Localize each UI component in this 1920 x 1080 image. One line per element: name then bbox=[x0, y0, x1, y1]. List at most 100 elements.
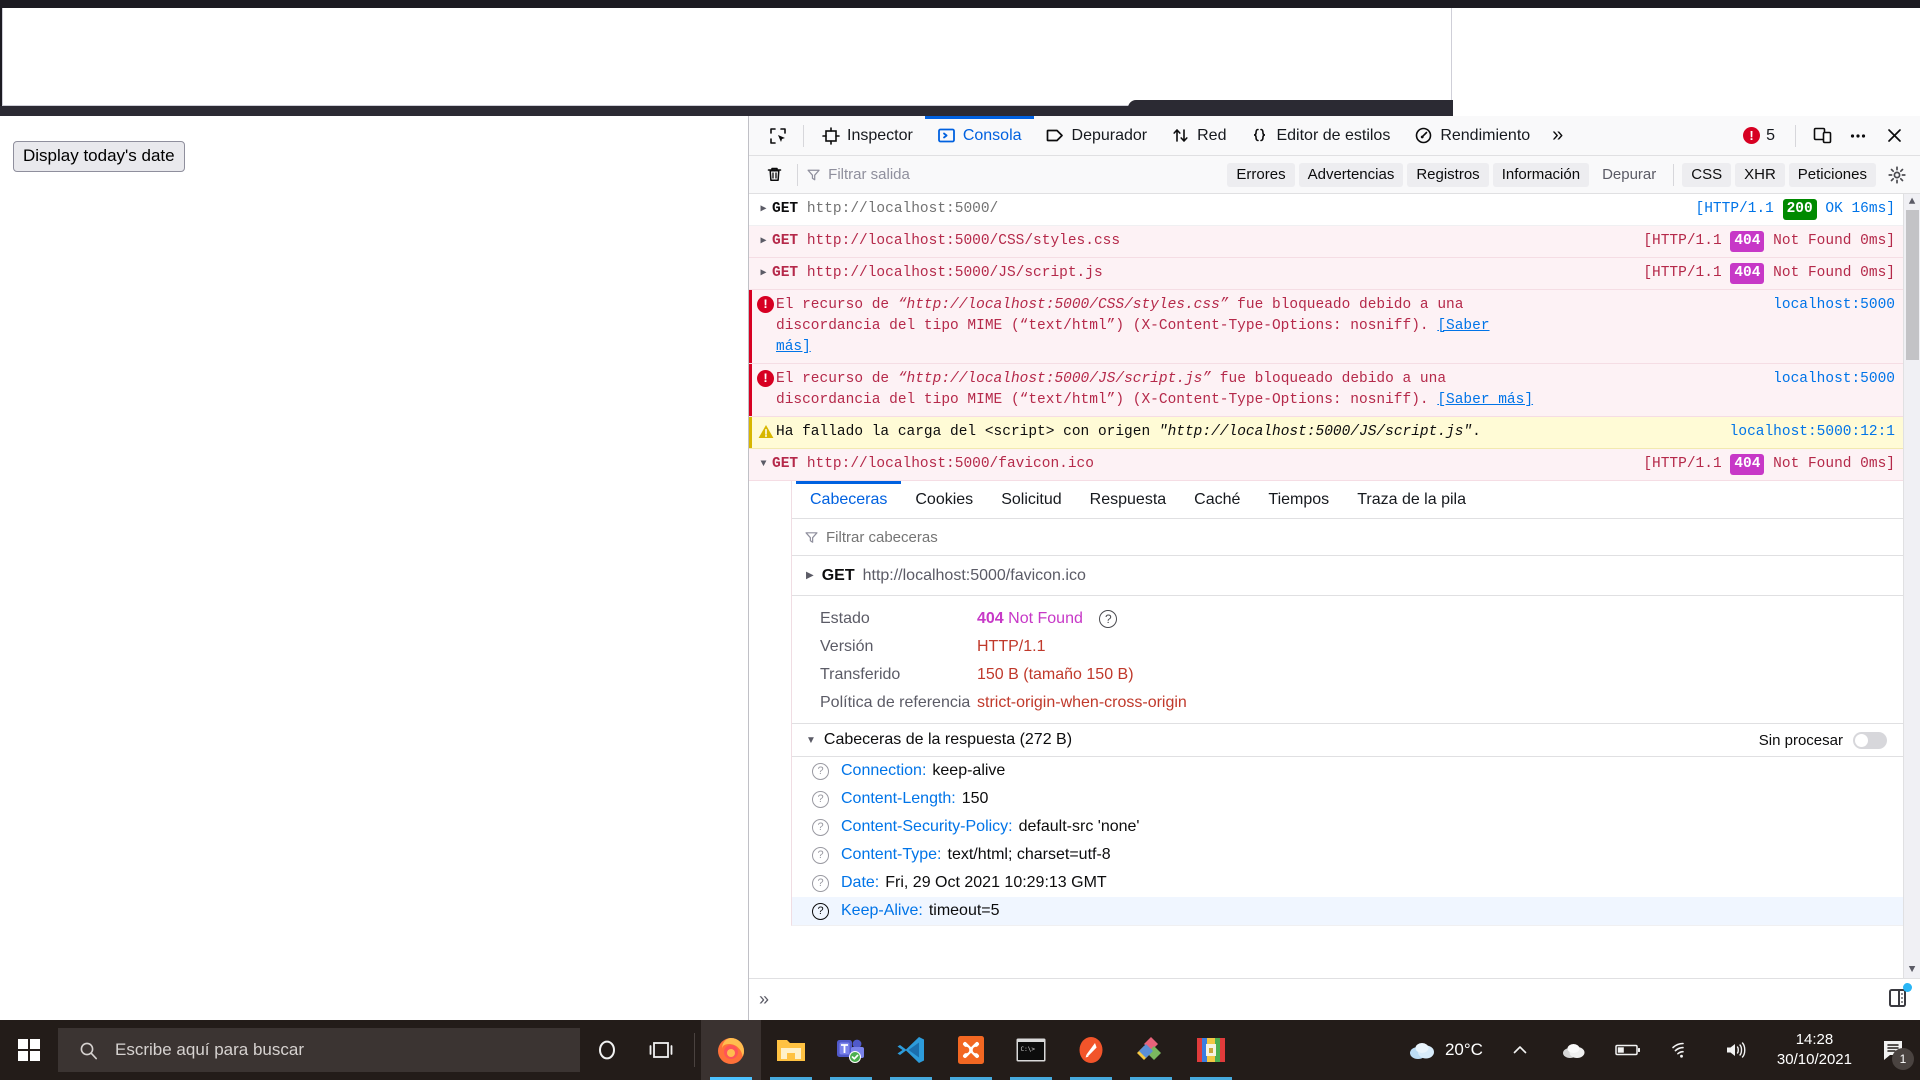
tab-performance[interactable]: Rendimiento bbox=[1402, 116, 1542, 155]
header-row[interactable]: ? Content-Type: text/html; charset=utf-8 bbox=[792, 841, 1903, 869]
help-icon[interactable]: ? bbox=[1099, 610, 1118, 629]
taskbar-app-postman[interactable] bbox=[1061, 1020, 1121, 1080]
console-message-error[interactable]: ! El recurso de “http://localhost:5000/C… bbox=[749, 290, 1903, 365]
message-source-link[interactable]: localhost:5000:12:1 bbox=[1720, 422, 1895, 443]
filter-pill-debug[interactable]: Depurar bbox=[1593, 163, 1665, 187]
help-icon[interactable]: ? bbox=[812, 846, 829, 864]
help-icon[interactable]: ? bbox=[812, 874, 829, 892]
taskbar-app-winrar[interactable] bbox=[1181, 1020, 1241, 1080]
filter-pill-xhr[interactable]: XHR bbox=[1735, 162, 1785, 187]
taskbar-app-vs-code[interactable] bbox=[881, 1020, 941, 1080]
taskbar-app-xampp[interactable] bbox=[941, 1020, 1001, 1080]
taskbar-app-command-prompt[interactable]: C:\> bbox=[1001, 1020, 1061, 1080]
responsive-design-mode-button[interactable] bbox=[1806, 120, 1838, 152]
taskbar-app-microsoft-teams[interactable] bbox=[821, 1020, 881, 1080]
header-row[interactable]: ? Content-Security-Policy: default-src '… bbox=[792, 813, 1903, 841]
scroll-down-arrow[interactable]: ▼ bbox=[1909, 962, 1916, 978]
network-request-row[interactable]: ▶ GET http://localhost:5000/favicon.ico bbox=[792, 556, 1903, 597]
np-tab-cookies[interactable]: Cookies bbox=[901, 481, 987, 518]
console-message-network-expanded[interactable]: ▼ GET http://localhost:5000/favicon.ico … bbox=[749, 449, 1903, 482]
taskbar-app-firefox[interactable] bbox=[701, 1020, 761, 1080]
status-prefix: [HTTP/1.1 bbox=[1643, 233, 1722, 250]
filter-pill-warnings[interactable]: Advertencias bbox=[1298, 162, 1404, 187]
np-tab-headers[interactable]: Cabeceras bbox=[796, 481, 902, 518]
console-input-bar[interactable]: » bbox=[749, 978, 1920, 1020]
console-scrollbar[interactable]: ▲ ▼ bbox=[1903, 194, 1920, 978]
error-count-badge[interactable]: ! 5 bbox=[1733, 127, 1785, 145]
taskbar-search-box[interactable]: Escribe aquí para buscar bbox=[58, 1028, 580, 1072]
message-source-link[interactable]: localhost:5000 bbox=[1763, 369, 1895, 390]
np-tab-request[interactable]: Solicitud bbox=[987, 481, 1075, 518]
raw-toggle-group[interactable]: Sin procesar bbox=[1759, 731, 1903, 749]
filter-pill-css[interactable]: CSS bbox=[1682, 162, 1732, 187]
console-filter-field[interactable] bbox=[806, 166, 1228, 183]
console-message-error[interactable]: ! El recurso de “http://localhost:5000/J… bbox=[749, 364, 1903, 418]
element-picker-button[interactable] bbox=[759, 116, 797, 155]
collapse-twisty[interactable]: ▼ bbox=[806, 735, 816, 746]
devtools-menu-button[interactable] bbox=[1842, 120, 1874, 152]
start-button[interactable] bbox=[0, 1020, 58, 1080]
request-method: GET bbox=[772, 201, 799, 217]
tab-console[interactable]: Consola bbox=[924, 116, 1034, 155]
file-explorer-icon bbox=[777, 1040, 805, 1061]
taskbar-app-figma[interactable] bbox=[1121, 1020, 1181, 1080]
expand-twisty[interactable]: ▶ bbox=[755, 199, 772, 218]
filter-pill-info[interactable]: Información bbox=[1492, 162, 1590, 187]
clear-console-button[interactable] bbox=[759, 160, 789, 190]
weather-widget[interactable]: 20°C bbox=[1397, 1020, 1493, 1080]
tab-network[interactable]: Red bbox=[1159, 116, 1238, 155]
console-settings-button[interactable] bbox=[1882, 160, 1912, 190]
help-icon[interactable]: ? bbox=[812, 902, 829, 920]
request-url: http://localhost:5000/favicon.ico bbox=[806, 456, 1094, 473]
console-message-network[interactable]: ▶ GET http://localhost:5000/ [HTTP/1.1 2… bbox=[749, 194, 1903, 227]
taskbar-app-file-explorer[interactable] bbox=[761, 1020, 821, 1080]
response-headers-section-header[interactable]: ▼ Cabeceras de la respuesta (272 B) Sin … bbox=[792, 723, 1903, 758]
np-tab-stack-trace[interactable]: Traza de la pila bbox=[1343, 481, 1480, 518]
scrollbar-thumb[interactable] bbox=[1906, 210, 1919, 360]
tab-debugger[interactable]: Depurador bbox=[1034, 116, 1160, 155]
scroll-up-arrow[interactable]: ▲ bbox=[1909, 194, 1916, 210]
filter-pill-errors[interactable]: Errores bbox=[1227, 162, 1295, 187]
filter-pill-logs[interactable]: Registros bbox=[1407, 162, 1489, 187]
cortana-button[interactable] bbox=[580, 1020, 634, 1080]
console-message-network[interactable]: ▶ GET http://localhost:5000/JS/script.js… bbox=[749, 258, 1903, 291]
expand-twisty[interactable]: ▶ bbox=[755, 263, 772, 282]
help-icon[interactable]: ? bbox=[812, 762, 829, 780]
taskbar-clock[interactable]: 14:28 30/10/2021 bbox=[1763, 1030, 1866, 1071]
show-hidden-icons-button[interactable] bbox=[1493, 1020, 1547, 1080]
np-tab-response[interactable]: Respuesta bbox=[1076, 481, 1181, 518]
help-icon[interactable]: ? bbox=[812, 818, 829, 836]
expand-twisty[interactable]: ▶ bbox=[755, 231, 772, 250]
volume-button[interactable] bbox=[1709, 1020, 1763, 1080]
action-center-button[interactable]: 1 bbox=[1866, 1020, 1920, 1080]
header-row[interactable]: ? Connection: keep-alive bbox=[792, 757, 1903, 785]
onedrive-button[interactable] bbox=[1547, 1020, 1601, 1080]
header-row[interactable]: ? Date: Fri, 29 Oct 2021 10:29:13 GMT bbox=[792, 869, 1903, 897]
learn-more-link[interactable]: [Saber más] bbox=[1437, 392, 1533, 408]
collapse-twisty[interactable]: ▼ bbox=[755, 454, 772, 473]
header-value: keep-alive bbox=[932, 762, 1006, 780]
display-today-date-button[interactable]: Display today's date bbox=[13, 141, 185, 172]
toolbar-overflow-button[interactable]: » bbox=[1542, 124, 1573, 147]
header-row[interactable]: ? Content-Length: 150 bbox=[792, 785, 1903, 813]
task-view-button[interactable] bbox=[634, 1020, 688, 1080]
np-tab-cache[interactable]: Caché bbox=[1180, 481, 1254, 518]
header-row[interactable]: ? Keep-Alive: timeout=5 bbox=[792, 897, 1903, 926]
headers-filter-field[interactable] bbox=[792, 519, 1903, 557]
headers-filter-input[interactable] bbox=[826, 528, 1126, 546]
console-filter-input[interactable] bbox=[828, 166, 1228, 183]
np-tab-timings[interactable]: Tiempos bbox=[1254, 481, 1343, 518]
close-devtools-button[interactable] bbox=[1878, 120, 1910, 152]
help-icon[interactable]: ? bbox=[812, 790, 829, 808]
tab-style-editor[interactable]: Editor de estilos bbox=[1238, 116, 1402, 155]
filter-pill-requests[interactable]: Peticiones bbox=[1788, 162, 1876, 187]
tab-inspector[interactable]: Inspector bbox=[810, 116, 925, 155]
message-source-link[interactable]: localhost:5000 bbox=[1763, 295, 1895, 316]
split-console-button[interactable] bbox=[1886, 983, 1912, 1013]
battery-button[interactable] bbox=[1601, 1020, 1655, 1080]
console-message-network[interactable]: ▶ GET http://localhost:5000/CSS/styles.c… bbox=[749, 226, 1903, 259]
wifi-button[interactable] bbox=[1655, 1020, 1709, 1080]
raw-toggle-switch[interactable] bbox=[1853, 731, 1887, 749]
console-message-warning[interactable]: Ha fallado la carga del <script> con ori… bbox=[749, 417, 1903, 450]
expand-twisty[interactable]: ▶ bbox=[806, 570, 814, 581]
